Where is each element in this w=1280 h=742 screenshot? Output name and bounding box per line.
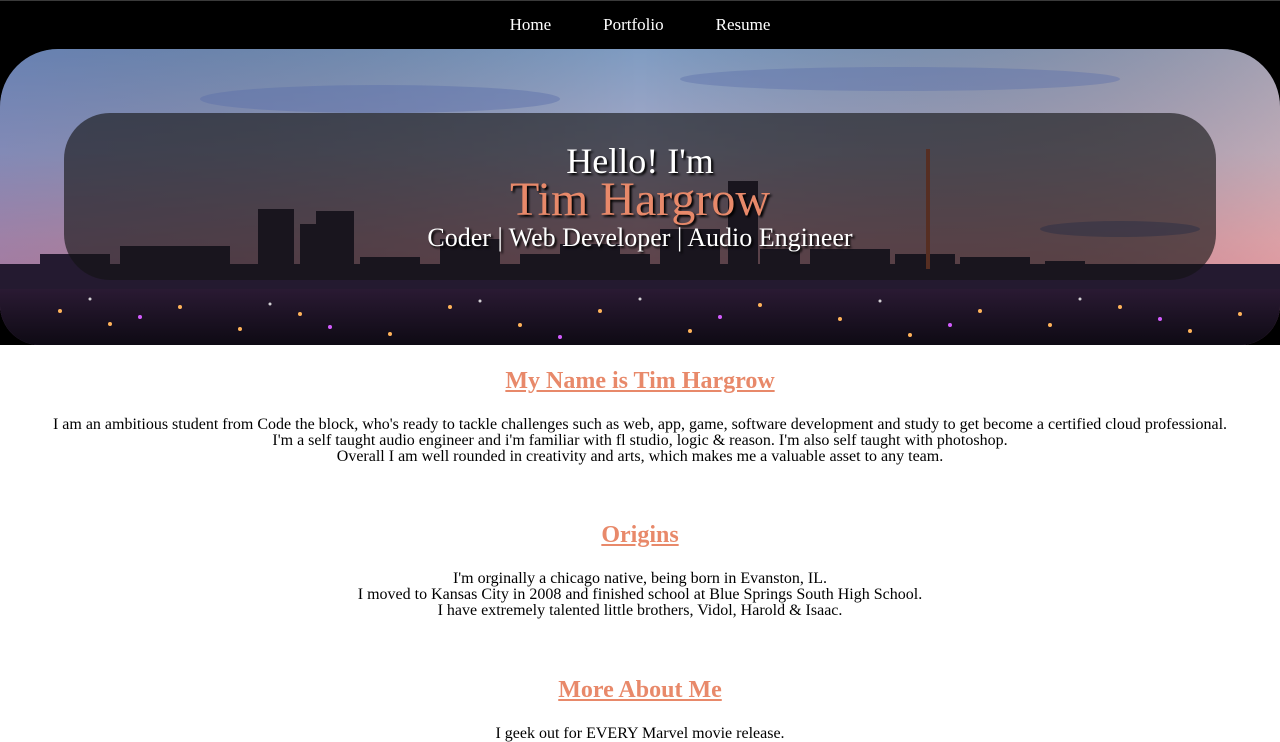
origins-line: I have extremely talented little brother… xyxy=(437,602,843,619)
about-line: I'm a self taught audio engineer and i'm… xyxy=(272,432,1008,449)
nav-links: Home Portfolio Resume xyxy=(0,15,1280,35)
top-navbar: Home Portfolio Resume xyxy=(0,0,1280,50)
section-heading-origins: Origins xyxy=(601,522,679,548)
nav-portfolio-link[interactable]: Portfolio xyxy=(577,15,689,35)
section-heading-name: My Name is Tim Hargrow xyxy=(505,368,775,394)
section-heading-more: More About Me xyxy=(558,677,722,703)
hero-name: Tim Hargrow xyxy=(509,173,771,226)
nav-home-link[interactable]: Home xyxy=(484,15,578,35)
hero-banner: Hello! I'm Tim Hargrow Coder | Web Devel… xyxy=(0,49,1280,345)
about-line: I am an ambitious student from Code the … xyxy=(52,416,1228,433)
origins-line: I moved to Kansas City in 2008 and finis… xyxy=(357,586,923,603)
nav-resume-link[interactable]: Resume xyxy=(690,15,797,35)
hero-intro-card: Hello! I'm Tim Hargrow Coder | Web Devel… xyxy=(64,113,1216,280)
more-line: I geek out for EVERY Marvel movie releas… xyxy=(495,725,785,742)
origins-line: I'm orginally a chicago native, being bo… xyxy=(452,570,828,587)
hero-tagline: Coder | Web Developer | Audio Engineer xyxy=(427,223,853,252)
about-line: Overall I am well rounded in creativity … xyxy=(336,448,944,465)
